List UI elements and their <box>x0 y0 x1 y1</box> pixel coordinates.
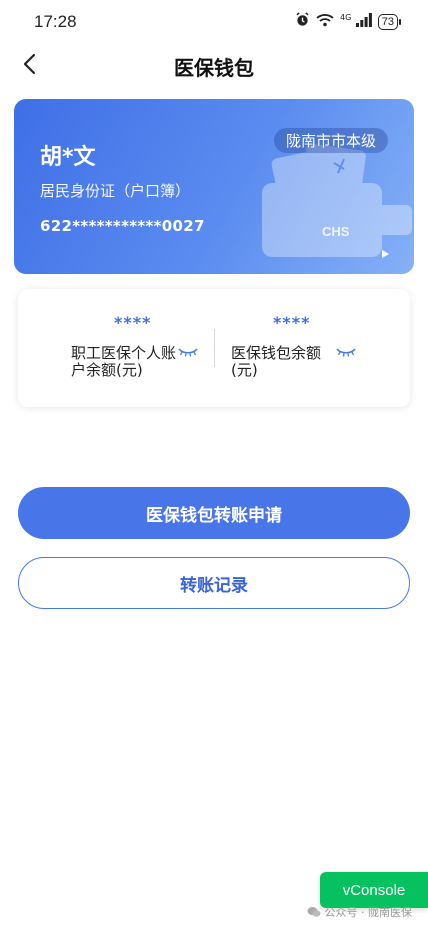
region-badge: 陇南市市本级 <box>273 128 388 153</box>
transfer-apply-button[interactable]: 医保钱包转账申请 <box>18 487 410 539</box>
watermark-text: 公众号 · 陇南医保 <box>324 906 413 919</box>
balance-label: 职工医保个人账户余额(元) <box>71 344 177 379</box>
card-number: 622***********0027 <box>40 217 205 235</box>
battery-level: 73 <box>381 15 394 28</box>
wechat-icon <box>307 907 320 917</box>
eye-closed-icon[interactable] <box>336 347 356 359</box>
status-bar: 17:28 4G 73 <box>0 0 428 40</box>
play-icon <box>382 250 389 258</box>
card-holder-name: 胡*文 <box>40 145 96 170</box>
balance-value: **** <box>114 313 152 332</box>
wallet-balance: **** 医保钱包余额(元) <box>214 289 410 407</box>
employee-account-balance: **** 职工医保个人账户余额(元) <box>18 289 214 407</box>
vconsole-button[interactable]: vConsole <box>320 872 428 908</box>
balance-value: **** <box>273 313 311 332</box>
balance-panel: **** 职工医保个人账户余额(元) **** 医保钱包余额(元) <box>18 289 410 407</box>
nav-bar: 医保钱包 <box>0 40 428 88</box>
status-time: 17:28 <box>34 12 77 31</box>
page-title: 医保钱包 <box>174 56 254 80</box>
battery-icon: 73 <box>377 13 402 30</box>
id-type: 居民身份证（户口簿） <box>40 182 191 200</box>
alarm-icon <box>295 12 310 31</box>
transfer-record-button[interactable]: 转账记录 <box>18 557 410 609</box>
status-icons: 4G 73 <box>295 12 402 31</box>
chs-logo: CHS <box>322 224 350 239</box>
watermark: 公众号 · 陇南医保 <box>307 904 413 920</box>
eye-closed-icon[interactable] <box>178 347 198 359</box>
insurance-card: CHS 陇南市市本级 胡*文 居民身份证（户口簿） 622***********… <box>14 99 414 274</box>
balance-label: 医保钱包余额(元) <box>231 344 322 379</box>
network-type: 4G <box>340 12 352 22</box>
wifi-icon <box>316 13 334 31</box>
signal-icon: 4G <box>340 12 372 31</box>
